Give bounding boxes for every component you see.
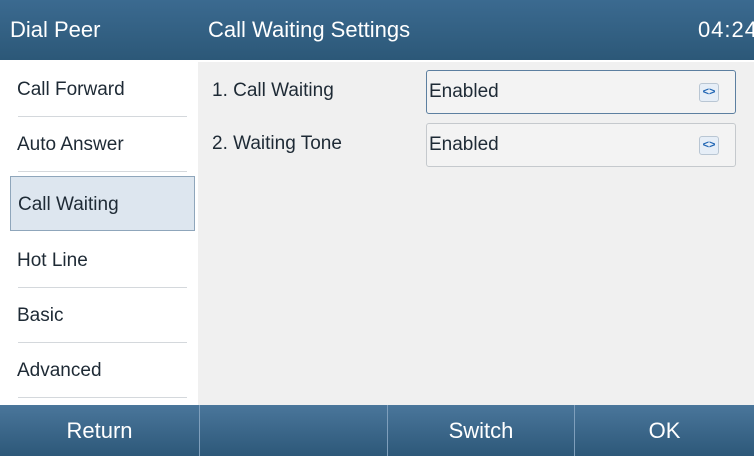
menu-item-hot-line[interactable]: Hot Line — [10, 233, 195, 288]
empty-softkey[interactable] — [199, 405, 387, 456]
setting-label: 1. Call Waiting — [212, 80, 334, 101]
menu-item-advanced[interactable]: Advanced — [10, 343, 195, 398]
left-right-arrows-icon[interactable]: <> — [699, 83, 719, 102]
left-right-arrows-icon[interactable]: <> — [699, 136, 719, 155]
menu-item-label: Advanced — [17, 360, 102, 381]
menu-divider — [18, 397, 187, 398]
menu-item-label: Call Forward — [17, 79, 125, 100]
menu-item-label: Call Waiting — [18, 194, 119, 215]
select-value: Enabled — [429, 134, 499, 155]
setting-label: 2. Waiting Tone — [212, 133, 342, 154]
select-value: Enabled — [429, 81, 499, 102]
menu-divider — [18, 171, 187, 172]
menu-item-auto-answer[interactable]: Auto Answer — [10, 117, 195, 172]
phone-screen: Dial Peer Call Waiting Settings 04:24 Ca… — [0, 0, 754, 456]
menu-item-call-waiting[interactable]: Call Waiting — [10, 176, 195, 231]
settings-menu: Call Forward Auto Answer Call Waiting Ho… — [10, 62, 195, 402]
setting-row-call-waiting: 1. Call Waiting Enabled <> — [198, 66, 754, 116]
softkey-bar: Return Switch OK — [0, 405, 754, 456]
page-title: Call Waiting Settings — [208, 17, 411, 42]
dial-peer-label[interactable]: Dial Peer — [10, 0, 100, 60]
clock: 04:24 — [697, 17, 754, 42]
header-bar: Dial Peer Call Waiting Settings 04:24 — [0, 0, 754, 60]
menu-item-label: Auto Answer — [17, 134, 124, 155]
menu-item-call-forward[interactable]: Call Forward — [10, 62, 195, 117]
ok-button[interactable]: OK — [574, 405, 754, 456]
menu-item-basic[interactable]: Basic — [10, 288, 195, 343]
menu-item-label: Hot Line — [17, 250, 88, 271]
settings-panel: 1. Call Waiting Enabled <> 2. Waiting To… — [198, 62, 754, 405]
menu-item-label: Basic — [17, 305, 64, 326]
waiting-tone-select[interactable]: Enabled <> — [426, 123, 736, 167]
setting-row-waiting-tone: 2. Waiting Tone Enabled <> — [198, 119, 754, 169]
return-button[interactable]: Return — [0, 405, 199, 456]
call-waiting-select[interactable]: Enabled <> — [426, 70, 736, 114]
switch-button[interactable]: Switch — [387, 405, 574, 456]
